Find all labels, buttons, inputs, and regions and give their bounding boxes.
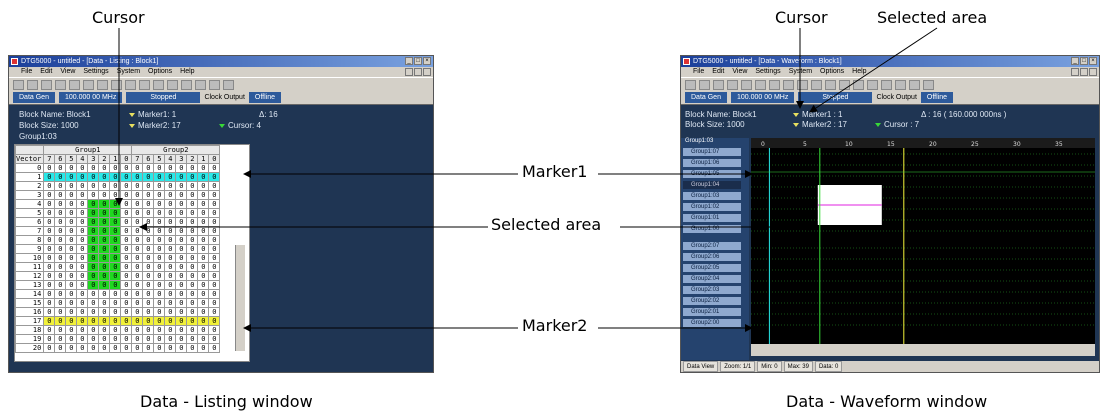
arrow-selected-top	[809, 27, 938, 113]
callout-arrows	[115, 27, 938, 332]
